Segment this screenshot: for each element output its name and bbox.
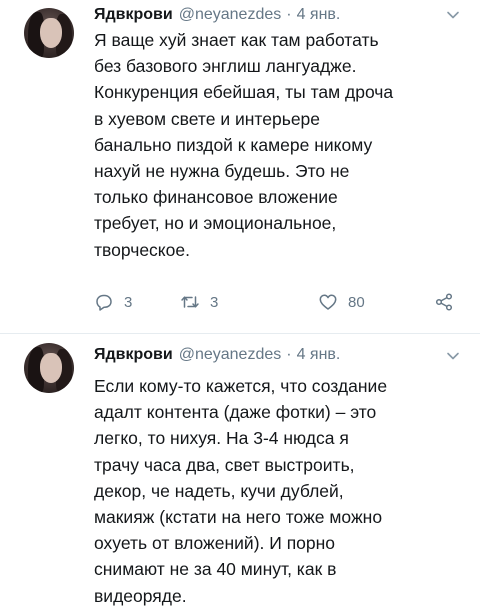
- tweet-actions: 3 3 80: [94, 287, 466, 317]
- avatar-face: [40, 353, 62, 383]
- chevron-down-icon[interactable]: [446, 349, 460, 363]
- avatar[interactable]: [24, 343, 74, 393]
- share-button[interactable]: [434, 287, 454, 317]
- tweet-timestamp[interactable]: 4 янв.: [297, 344, 341, 366]
- author-handle[interactable]: @neyanezdes: [179, 4, 282, 26]
- tweet-text: Я ваще хуй знает как там работать без ба…: [94, 30, 394, 260]
- chevron-down-icon[interactable]: [446, 8, 460, 22]
- tweet-header: Ядвкрови @neyanezdes · 4 янв.: [94, 4, 340, 26]
- reply-icon: [94, 292, 114, 312]
- avatar-face: [40, 18, 62, 48]
- retweet-count: 3: [210, 293, 219, 311]
- tweet-timestamp[interactable]: 4 янв.: [297, 4, 341, 26]
- author-name[interactable]: Ядвкрови: [94, 4, 173, 26]
- like-button[interactable]: 80: [318, 287, 365, 317]
- like-count: 80: [348, 293, 365, 311]
- tweet[interactable]: Ядвкрови @neyanezdes · 4 янв. Я ваще хуй…: [0, 0, 480, 333]
- author-name[interactable]: Ядвкрови: [94, 344, 173, 366]
- retweet-icon: [180, 292, 200, 312]
- tweet-header: Ядвкрови @neyanezdes · 4 янв.: [94, 344, 340, 366]
- header-separator: ·: [286, 6, 292, 23]
- author-handle[interactable]: @neyanezdes: [179, 344, 282, 366]
- header-separator: ·: [286, 346, 292, 363]
- share-icon: [434, 292, 454, 312]
- reply-button[interactable]: 3: [94, 287, 132, 317]
- heart-icon: [318, 292, 338, 312]
- avatar[interactable]: [24, 8, 74, 58]
- tweet[interactable]: Ядвкрови @neyanezdes · 4 янв. Если кому-…: [0, 334, 480, 614]
- tweet-text: Если кому-то кажется, что создание адалт…: [94, 376, 388, 606]
- reply-count: 3: [124, 293, 133, 311]
- retweet-button[interactable]: 3: [180, 287, 218, 317]
